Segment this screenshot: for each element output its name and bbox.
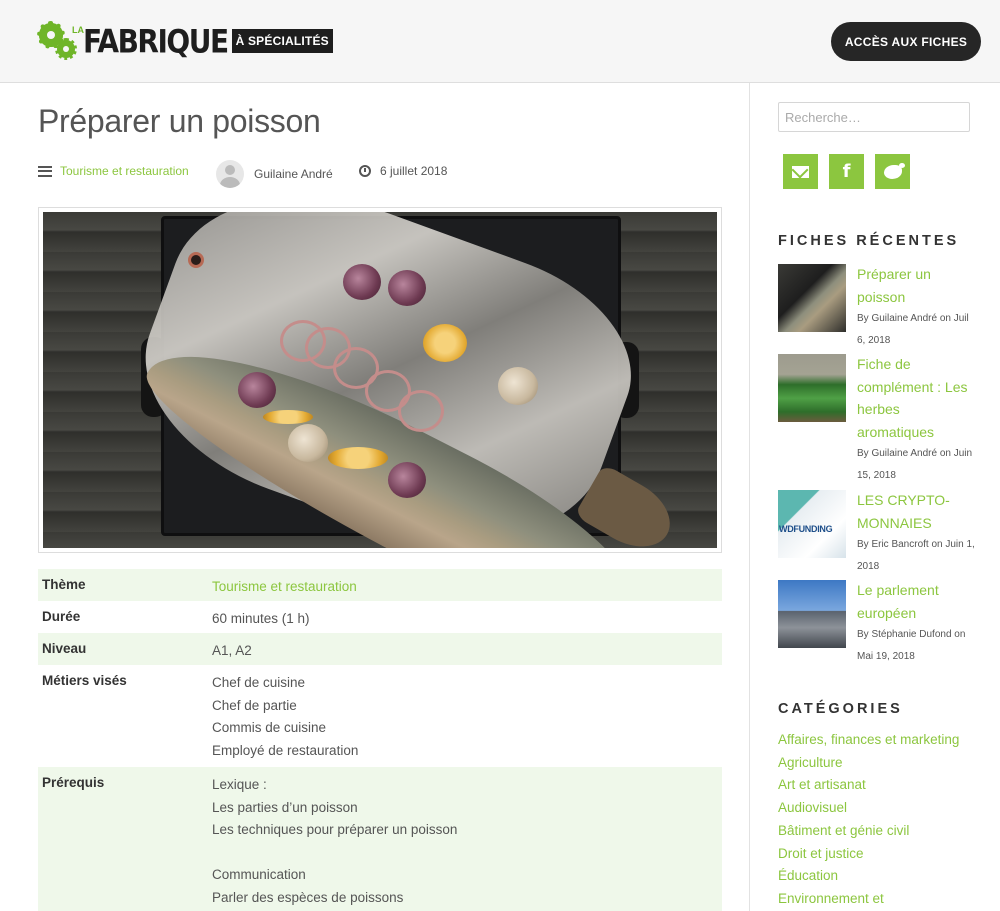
recent-post-title[interactable]: Préparer un poisson <box>857 263 969 308</box>
recent-post-meta: By Guilaine André on Juil 6, 2018 <box>857 313 969 346</box>
list-item: Chef de partie <box>212 697 297 713</box>
twitter-icon <box>883 162 905 179</box>
gears-icon: LA <box>37 20 84 62</box>
categories-title: CATÉGORIES <box>778 701 903 717</box>
post-category-label[interactable]: Tourisme et restauration <box>60 164 189 178</box>
theme-label: Thème <box>42 577 86 592</box>
category-link[interactable]: Art et artisanat <box>778 774 978 797</box>
recent-post-meta: By Eric Bancroft on Juin 1, 2018 <box>857 539 975 572</box>
post-thumbnail[interactable] <box>778 264 846 332</box>
row-theme: Thème Tourisme et restauration <box>38 569 722 601</box>
post-thumbnail[interactable]: WDFUNDING <box>778 490 846 558</box>
category-link[interactable]: Éducation <box>778 865 978 888</box>
email-share-button[interactable] <box>783 154 818 189</box>
list-item: Chef de cuisine <box>212 675 306 690</box>
social-links: f <box>783 154 910 189</box>
list-item: Employé de restauration <box>212 742 359 758</box>
post-author: Guilaine André <box>216 160 333 188</box>
search-input[interactable] <box>778 102 970 132</box>
niveau-label: Niveau <box>42 641 87 656</box>
list-icon <box>38 165 52 177</box>
category-link[interactable]: Agriculture <box>778 752 978 775</box>
recent-post-title[interactable]: LES CRYPTO-MONNAIES <box>857 489 969 534</box>
metiers-label: Métiers visés <box>42 673 127 688</box>
post-author-name: Guilaine André <box>254 167 333 181</box>
list-item: Communication <box>212 867 306 882</box>
row-niveau: Niveau A1, A2 <box>38 633 722 665</box>
clock-icon <box>359 165 371 177</box>
list-item: Lexique : <box>212 777 267 792</box>
post-category[interactable]: Tourisme et restauration <box>38 164 189 178</box>
sidebar-divider <box>749 83 750 911</box>
recent-post-meta: By Stéphanie Dufond on Mai 19, 2018 <box>857 629 966 662</box>
category-link[interactable]: Bâtiment et génie civil <box>778 820 978 843</box>
row-prerequis: Prérequis Lexique : Les parties d’un poi… <box>38 767 722 911</box>
prerequis-label: Prérequis <box>42 775 105 790</box>
list-item: Parler des espèces de poissons <box>212 889 404 905</box>
duree-label: Durée <box>42 609 81 624</box>
logo-main-text: FABRIQUE <box>83 22 229 60</box>
list-item: Les parties d’un poisson <box>212 799 358 815</box>
recent-posts-title: FICHES RÉCENTES <box>778 233 960 249</box>
email-icon <box>792 165 809 178</box>
category-link[interactable]: Audiovisuel <box>778 797 978 820</box>
recent-post-title[interactable]: Fiche de complément : Les herbes aromati… <box>857 353 969 443</box>
post-thumbnail[interactable] <box>778 354 846 422</box>
metiers-list: Chef de cuisine Chef de partie Commis de… <box>212 665 722 769</box>
logo-sub-text: À SPÉCIALITÉS <box>231 29 333 53</box>
post-date-label: 6 juillet 2018 <box>380 164 448 178</box>
category-link[interactable]: Environnement et <box>778 888 978 911</box>
row-metiers: Métiers visés Chef de cuisine Chef de pa… <box>38 665 722 767</box>
row-duree: Durée 60 minutes (1 h) <box>38 601 722 633</box>
category-link[interactable]: Droit et justice <box>778 843 978 866</box>
category-link[interactable]: Affaires, finances et marketing <box>778 729 978 752</box>
twitter-share-button[interactable] <box>875 154 910 189</box>
prerequis-list: Lexique : Les parties d’un poisson Les t… <box>212 767 722 911</box>
site-header: LA FABRIQUE À SPÉCIALITÉS ACCÈS AUX FICH… <box>0 0 1000 83</box>
info-table: Thème Tourisme et restauration Durée 60 … <box>38 569 722 911</box>
post-thumbnail[interactable] <box>778 580 846 648</box>
thumb-text: WDFUNDING <box>779 524 833 534</box>
recent-post-meta: By Guilaine André on Juin 15, 2018 <box>857 448 973 481</box>
list-item: Commis de cuisine <box>212 720 327 735</box>
site-logo[interactable]: LA FABRIQUE À SPÉCIALITÉS <box>37 20 333 62</box>
post-meta: Tourisme et restauration Guilaine André … <box>38 160 722 188</box>
avatar <box>216 160 244 188</box>
access-sheets-button[interactable]: ACCÈS AUX FICHES <box>831 22 981 61</box>
featured-image <box>38 207 722 553</box>
list-gap <box>212 842 722 865</box>
categories-list: Affaires, finances et marketing Agricult… <box>778 729 978 911</box>
list-item: Les techniques pour préparer un poisson <box>212 822 458 837</box>
recent-post-title[interactable]: Le parlement européen <box>857 579 969 624</box>
page-title: Préparer un poisson <box>38 103 321 139</box>
facebook-share-button[interactable]: f <box>829 154 864 189</box>
post-date: 6 juillet 2018 <box>359 164 447 178</box>
facebook-icon: f <box>842 161 851 182</box>
